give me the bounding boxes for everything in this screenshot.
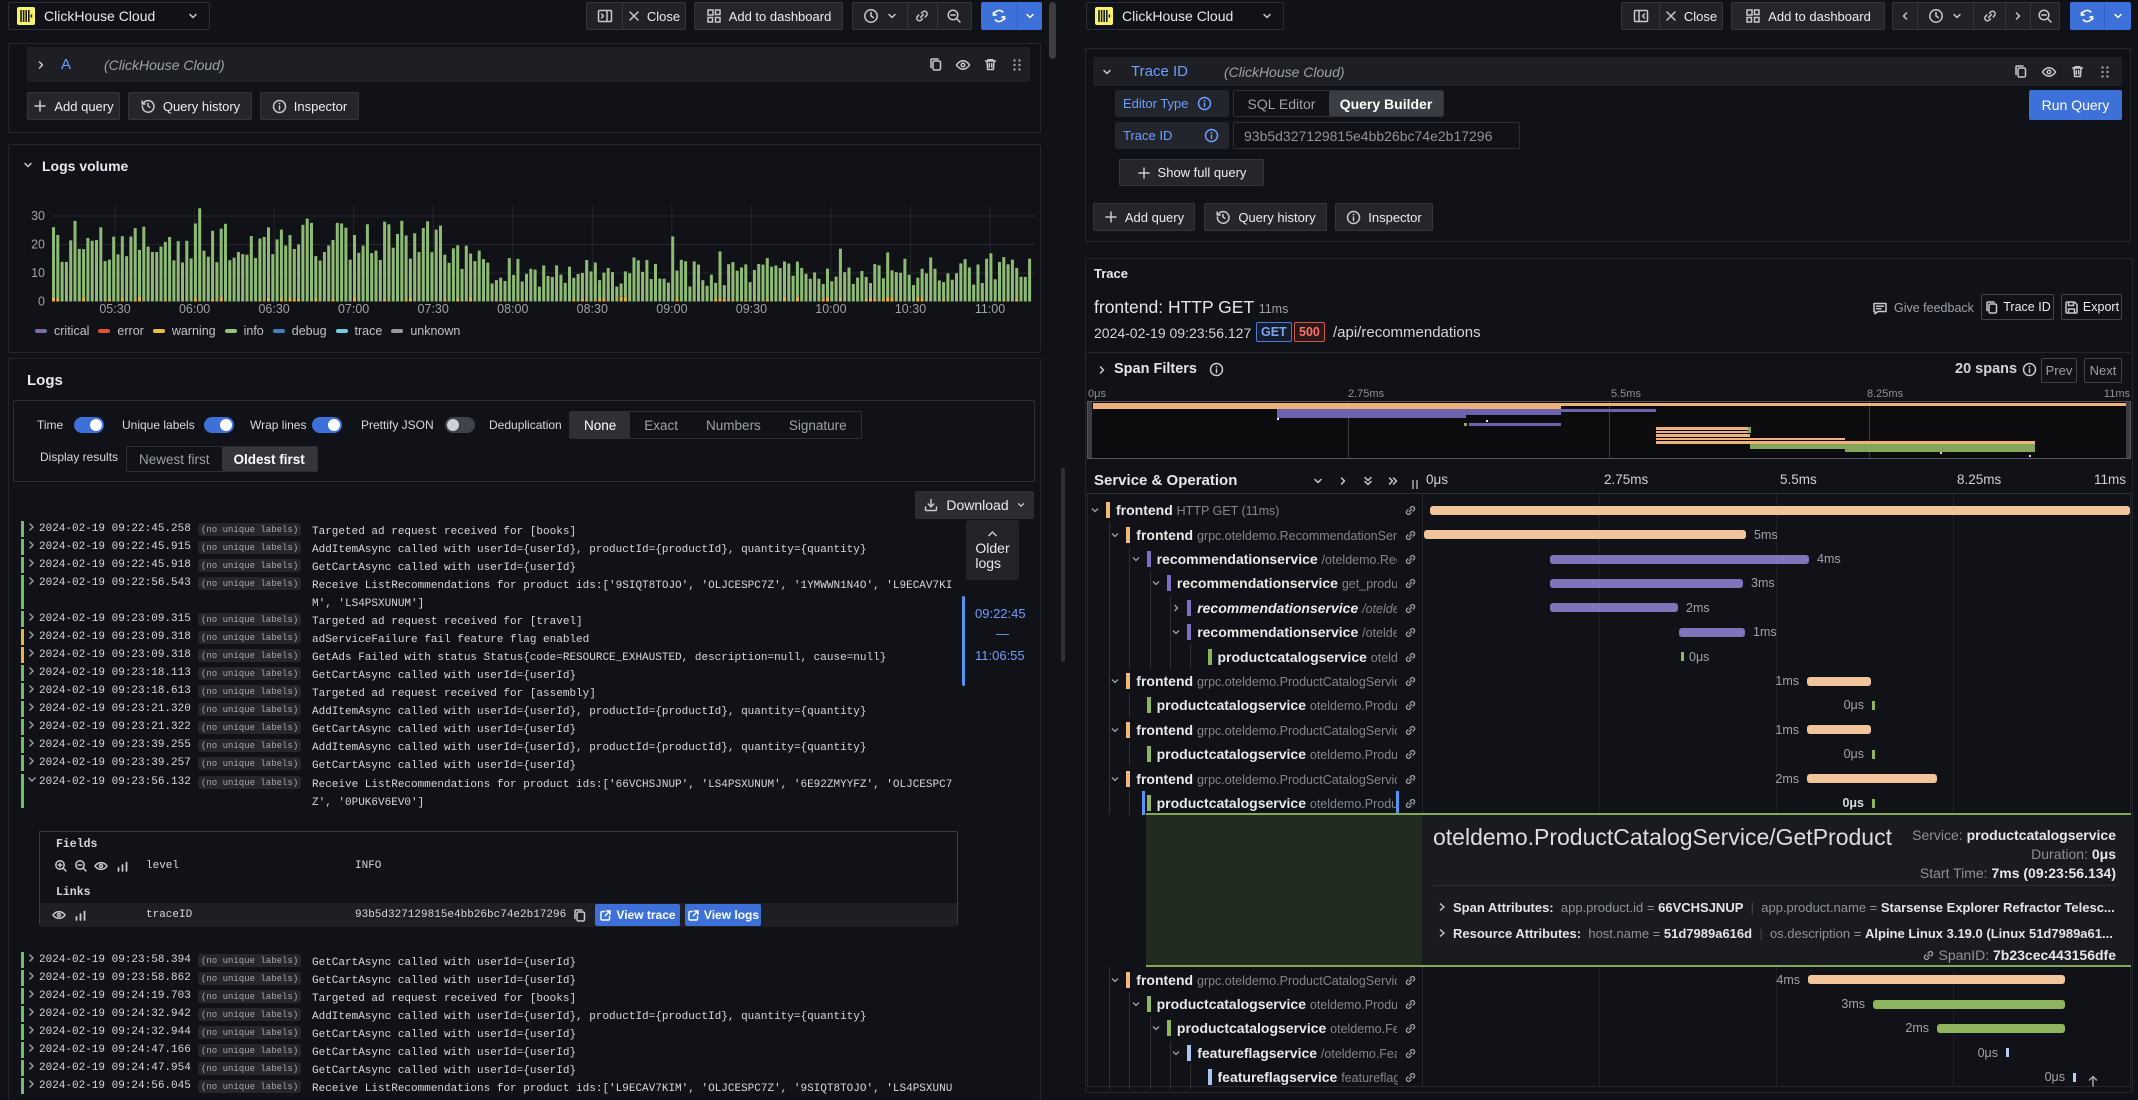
svg-text:10:00: 10:00 <box>815 302 846 316</box>
svg-text:07:30: 07:30 <box>418 302 449 316</box>
svg-text:20: 20 <box>31 238 45 252</box>
svg-text:10:30: 10:30 <box>895 302 926 316</box>
svg-text:07:00: 07:00 <box>338 302 369 316</box>
svg-text:06:30: 06:30 <box>258 302 289 316</box>
svg-text:06:00: 06:00 <box>179 302 210 316</box>
svg-text:08:30: 08:30 <box>577 302 608 316</box>
svg-text:10: 10 <box>31 266 45 280</box>
svg-text:11:00: 11:00 <box>975 302 1005 316</box>
svg-text:09:00: 09:00 <box>656 302 687 316</box>
svg-text:09:30: 09:30 <box>736 302 767 316</box>
svg-text:08:00: 08:00 <box>497 302 528 316</box>
svg-text:30: 30 <box>31 209 45 223</box>
svg-text:05:30: 05:30 <box>99 302 130 316</box>
svg-text:0: 0 <box>38 295 45 309</box>
